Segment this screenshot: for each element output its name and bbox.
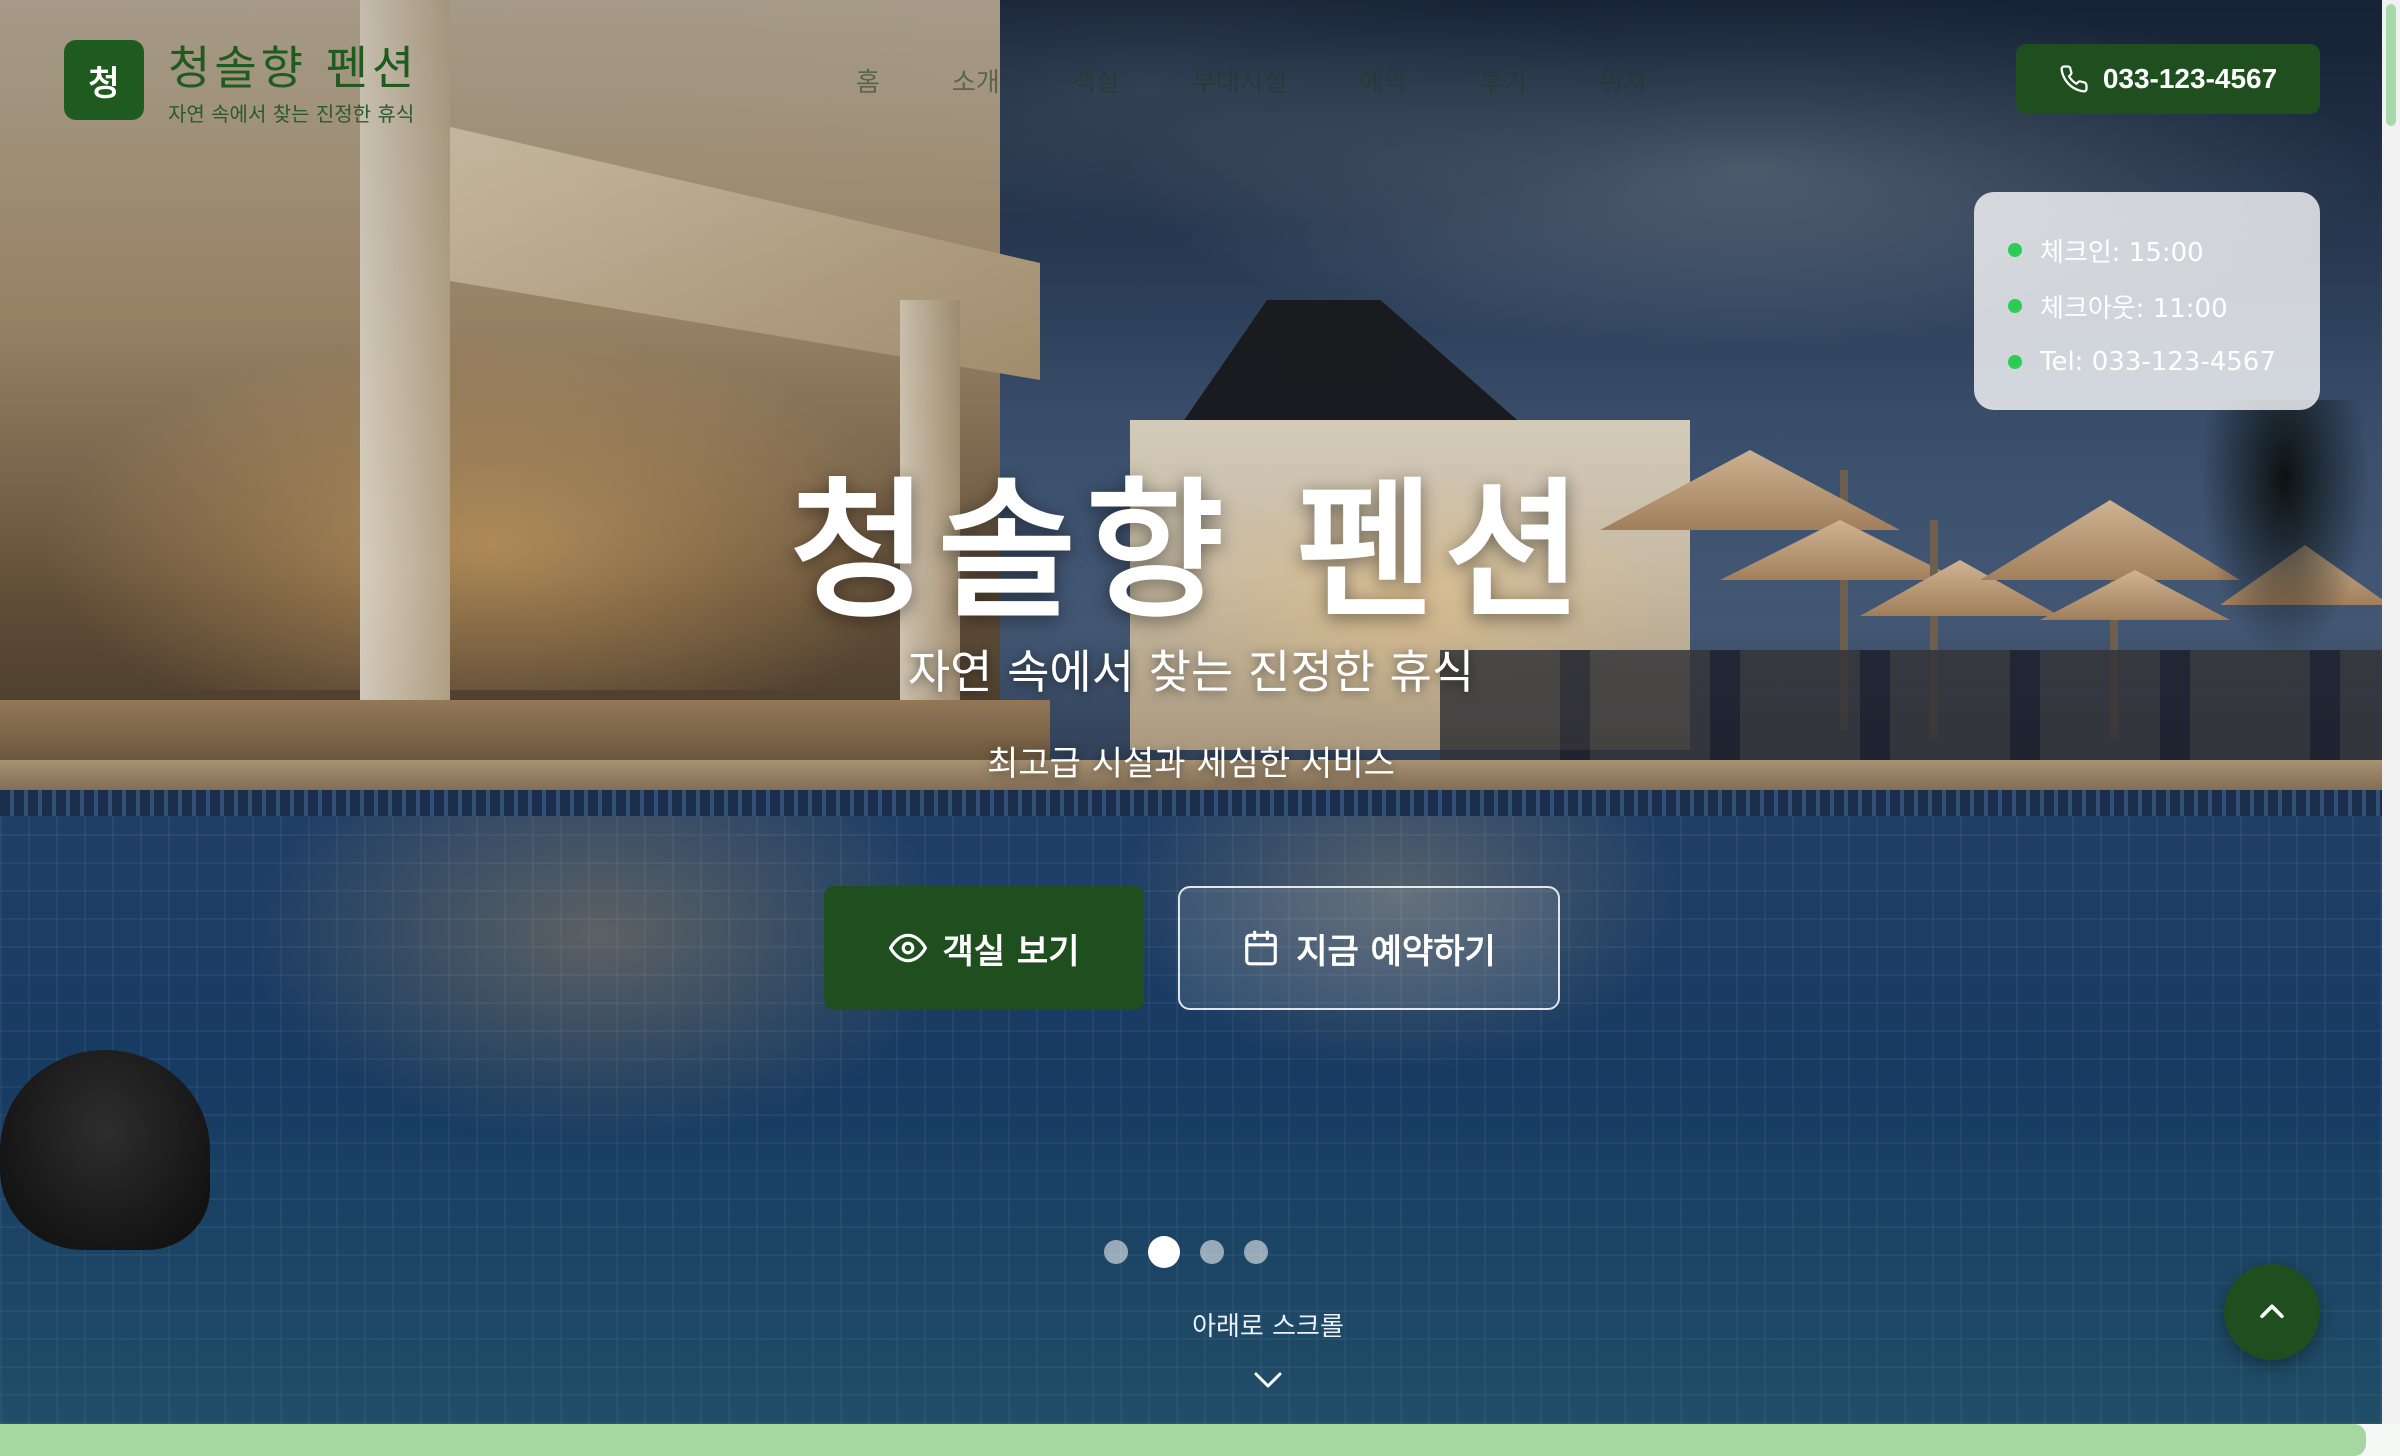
brand-name[interactable]: 청솔향 펜션 — [168, 32, 418, 98]
checkin-time: 체크인: 15:00 — [2040, 237, 2204, 268]
phone-number-label: 033-123-4567 — [2102, 63, 2278, 94]
eye-icon — [888, 933, 927, 963]
hero-title: 청솔향 펜션 — [789, 463, 1593, 639]
scroll-down-label[interactable]: 아래로 스크롤 — [1100, 1306, 1436, 1343]
nav-item-about[interactable]: 소개 — [952, 62, 1000, 99]
status-dot-icon — [2008, 243, 2022, 257]
nav-item-home[interactable]: 홈 — [856, 62, 880, 99]
nav-item-location[interactable]: 위치 — [1599, 62, 1647, 99]
slide-dot[interactable] — [1200, 1240, 1224, 1264]
slider-pagination — [1104, 1236, 1268, 1268]
checkin-info-card: 체크인: 15:00 체크아웃: 11:00 Tel: 033-123-4567 — [1974, 192, 2320, 410]
info-row-checkout: 체크아웃: 11:00 — [2008, 278, 2320, 334]
calendar-icon — [1245, 930, 1278, 966]
nav-item-rooms[interactable]: 객실 — [1072, 62, 1120, 99]
phone-icon — [2060, 65, 2088, 93]
view-rooms-button[interactable]: 객실 보기 — [824, 886, 1144, 1010]
slide-dot[interactable] — [1244, 1240, 1268, 1264]
phone-call-button[interactable]: 033-123-4567 — [2016, 44, 2320, 114]
horizontal-scrollbar-thumb[interactable] — [0, 1424, 2366, 1456]
nav-item-reservation[interactable]: 예약 — [1359, 62, 1407, 99]
slide-dot-active[interactable] — [1148, 1236, 1180, 1268]
chevron-up-icon — [2260, 1304, 2284, 1319]
vertical-scrollbar[interactable] — [2382, 0, 2400, 1424]
back-to-top-button[interactable] — [2224, 1264, 2320, 1360]
logo-badge[interactable]: 청 — [64, 40, 144, 120]
slide-dot[interactable] — [1104, 1240, 1128, 1264]
status-dot-icon — [2008, 355, 2022, 369]
checkout-time: 체크아웃: 11:00 — [2040, 293, 2228, 324]
hero-description: 최고급 시설과 세심한 서비스 — [987, 744, 1395, 784]
info-row-checkin: 체크인: 15:00 — [2008, 222, 2320, 278]
brand-tagline: 자연 속에서 찾는 진정한 휴식 — [168, 102, 415, 126]
vertical-scrollbar-thumb[interactable] — [2386, 4, 2396, 126]
logo-character: 청 — [88, 63, 120, 104]
chevron-down-icon[interactable] — [1252, 1368, 1284, 1392]
hero-subtitle: 자연 속에서 찾는 진정한 휴식 — [907, 645, 1475, 699]
status-dot-icon — [2008, 299, 2022, 313]
main-nav: 홈 소개 객실 부대시설 예약 후기 위치 — [856, 62, 1647, 99]
telephone: Tel: 033-123-4567 — [2040, 347, 2276, 377]
book-now-label: 지금 예약하기 — [1296, 931, 1496, 972]
info-row-tel: Tel: 033-123-4567 — [2008, 334, 2320, 390]
nav-item-facilities[interactable]: 부대시설 — [1192, 62, 1288, 99]
nav-item-reviews[interactable]: 후기 — [1479, 62, 1527, 99]
book-now-button[interactable]: 지금 예약하기 — [1178, 886, 1560, 1010]
view-rooms-label: 객실 보기 — [942, 931, 1080, 972]
